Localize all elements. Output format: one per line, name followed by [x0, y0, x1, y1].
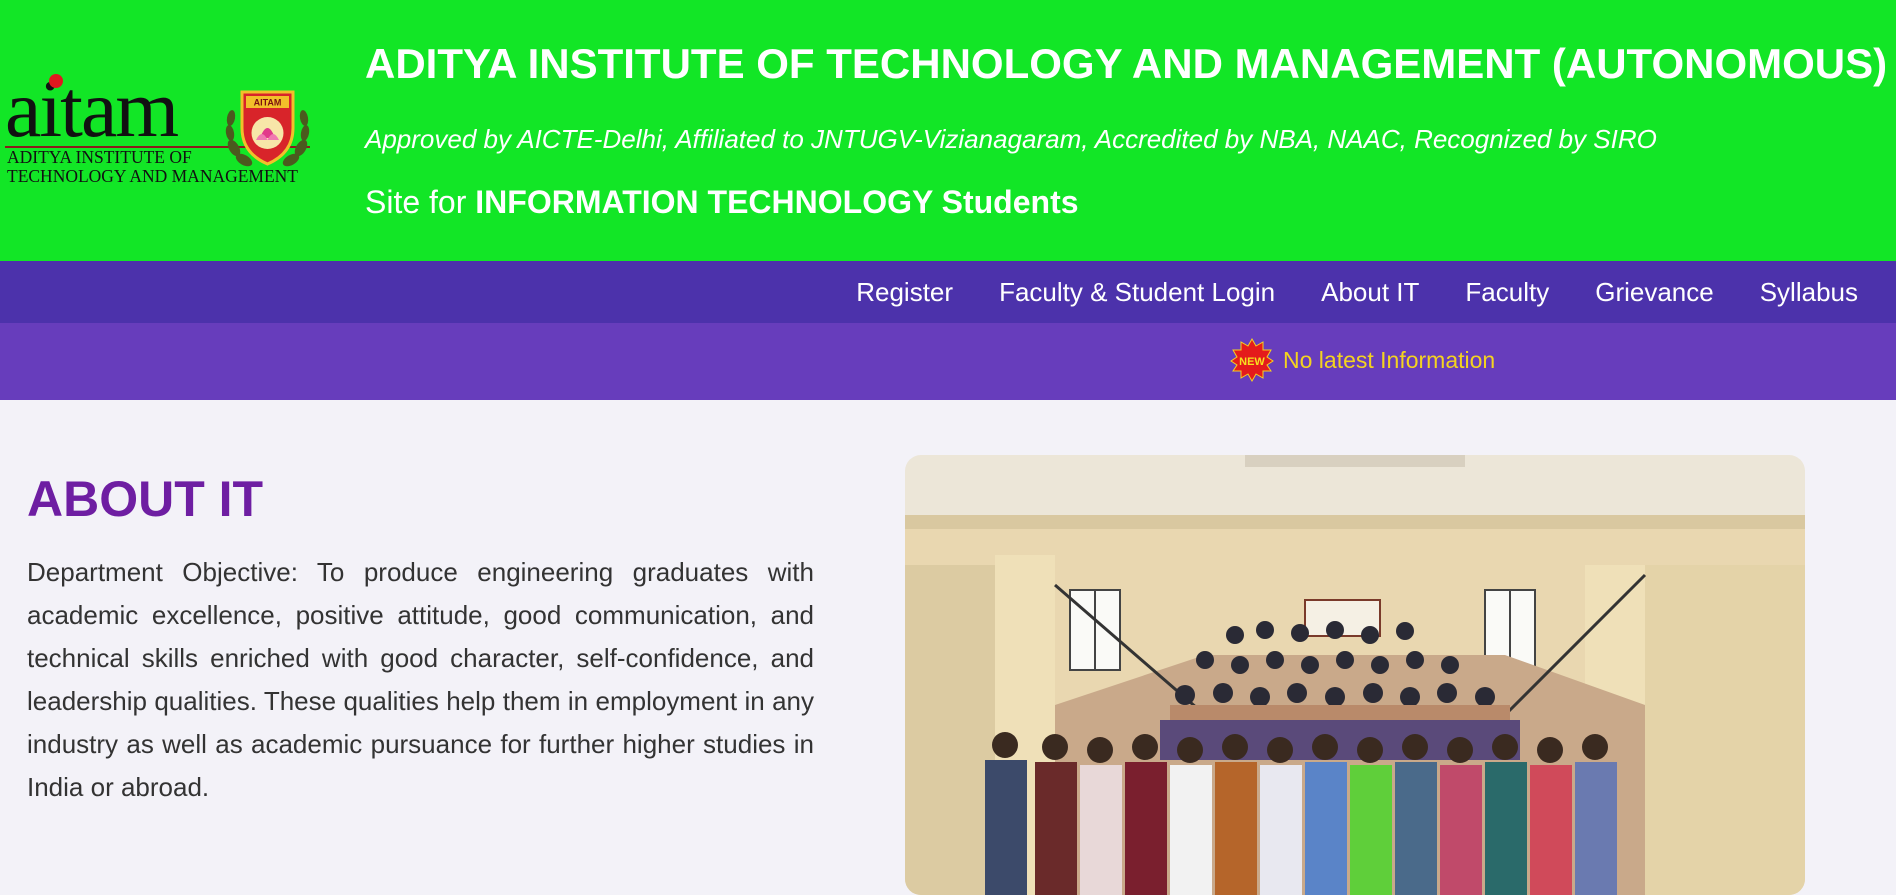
- logo-dot: [49, 74, 63, 88]
- site-tagline: Site for INFORMATION TECHNOLOGY Students: [365, 184, 1079, 221]
- nav-about-it[interactable]: About IT: [1321, 277, 1419, 308]
- nav-items: Register Faculty & Student Login About I…: [856, 261, 1858, 323]
- department-objective-text: Department Objective: To produce enginee…: [27, 557, 814, 802]
- new-badge-icon: NEW: [1230, 338, 1274, 382]
- nav-syllabus[interactable]: Syllabus: [1760, 277, 1858, 308]
- nav-faculty[interactable]: Faculty: [1465, 277, 1549, 308]
- nav-grievance[interactable]: Grievance: [1595, 277, 1714, 308]
- site-tagline-prefix: Site for: [365, 184, 467, 220]
- nav-register[interactable]: Register: [856, 277, 953, 308]
- aitam-logo[interactable]: aitam ADITYA INSTITUTE OF TECHNOLOGY AND…: [5, 68, 310, 188]
- institute-title: ADITYA INSTITUTE OF TECHNOLOGY AND MANAG…: [365, 40, 1888, 87]
- main-nav: Register Faculty & Student Login About I…: [0, 261, 1896, 323]
- site-tagline-department: INFORMATION TECHNOLOGY Students: [475, 184, 1079, 220]
- ticker-message[interactable]: No latest Information: [1283, 347, 1495, 374]
- department-group-photo: [905, 455, 1805, 895]
- new-badge-label: NEW: [1239, 356, 1265, 368]
- nav-faculty-student-login[interactable]: Faculty & Student Login: [999, 277, 1275, 308]
- news-ticker: NEW No latest Information: [0, 323, 1896, 400]
- about-it-heading: ABOUT IT: [27, 471, 264, 527]
- group-photo-image: [905, 455, 1805, 895]
- logo-wordmark: aitam: [5, 63, 179, 154]
- accreditation-line: Approved by AICTE-Delhi, Affiliated to J…: [365, 124, 1657, 154]
- emblem-label: AITAM: [254, 98, 282, 108]
- college-emblem-icon: AITAM: [225, 90, 310, 167]
- site-header: aitam ADITYA INSTITUTE OF TECHNOLOGY AND…: [0, 0, 1896, 261]
